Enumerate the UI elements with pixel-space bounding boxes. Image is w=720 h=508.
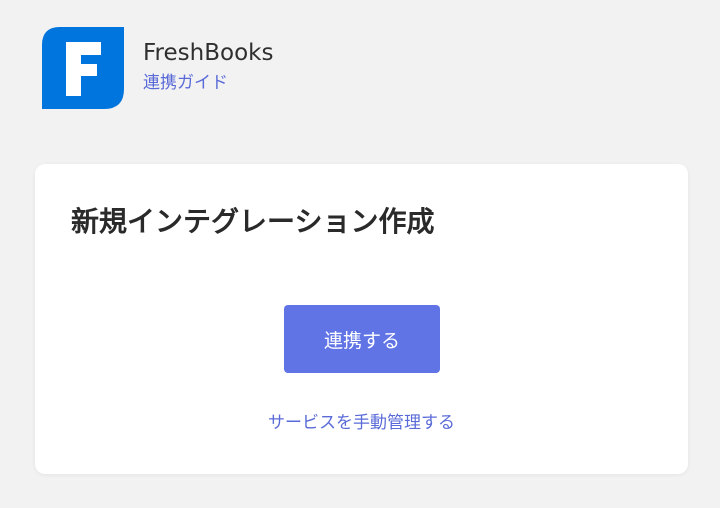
app-name: FreshBooks [143, 40, 274, 66]
app-header: FreshBooks 連携ガイド [42, 27, 273, 109]
integration-card: 新規インテグレーション作成 連携する サービスを手動管理する [35, 164, 688, 474]
manual-manage-link[interactable]: サービスを手動管理する [35, 412, 688, 434]
brand-block: FreshBooks 連携ガイド [143, 39, 273, 94]
integration-guide-link[interactable]: 連携ガイド [143, 72, 228, 94]
freshbooks-logo-icon [42, 27, 124, 109]
connect-button[interactable]: 連携する [284, 305, 440, 373]
card-title: 新規インテグレーション作成 [71, 205, 435, 238]
